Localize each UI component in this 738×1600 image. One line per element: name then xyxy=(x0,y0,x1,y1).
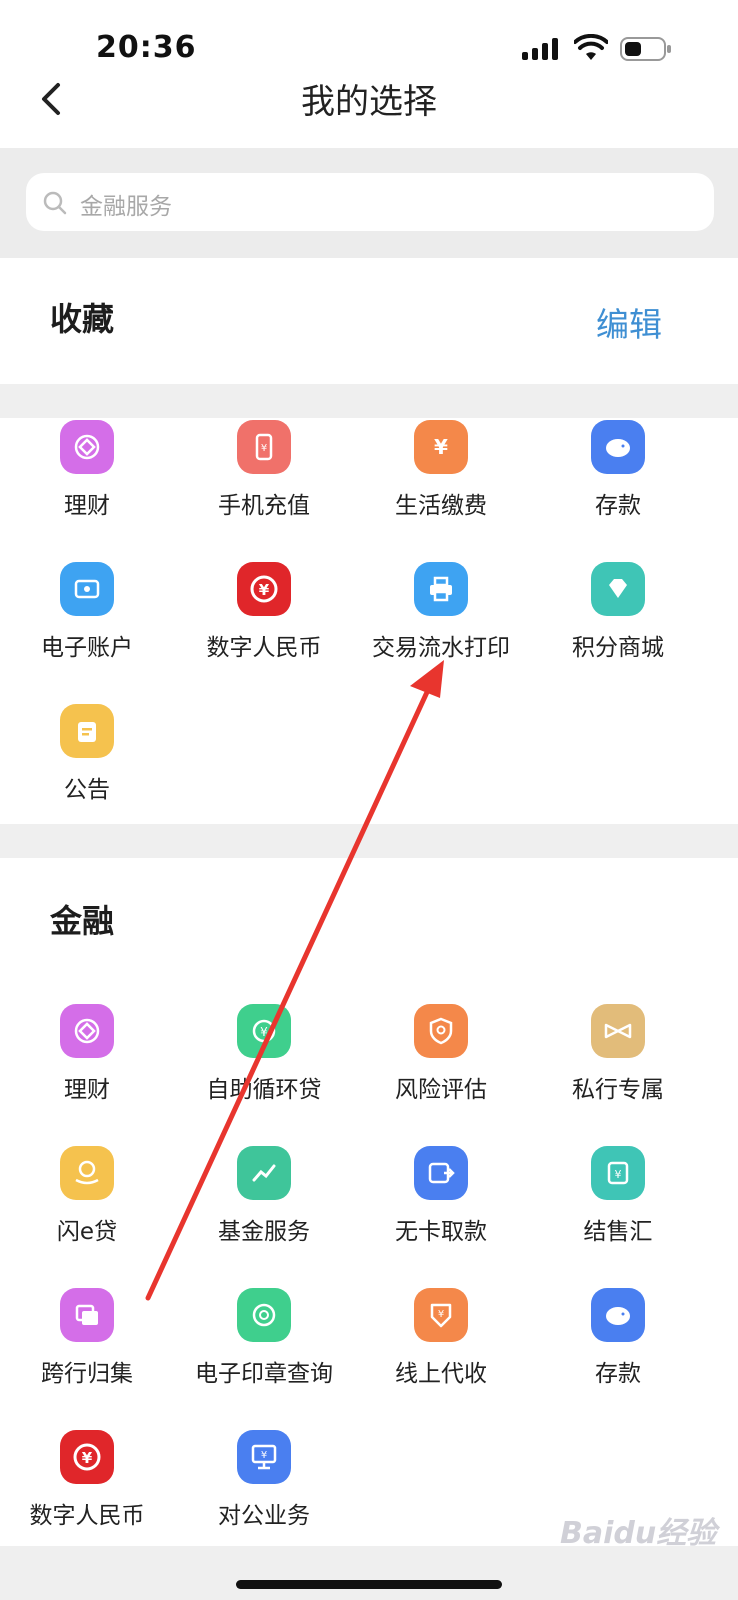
svg-text:¥: ¥ xyxy=(434,435,448,459)
finance-item-label: 基金服务 xyxy=(218,1219,310,1245)
finance-item[interactable]: ¥ 结售汇 xyxy=(528,1146,708,1266)
search-placeholder: 金融服务 xyxy=(80,194,172,220)
favorites-item[interactable]: 电子账户 xyxy=(0,562,177,682)
favorites-item-label: 数字人民币 xyxy=(206,635,322,661)
finance-item-label: 无卡取款 xyxy=(395,1219,487,1245)
favorites-item[interactable]: 公告 xyxy=(0,704,177,824)
finance-item[interactable]: ¥ 对公业务 xyxy=(174,1430,354,1550)
cardless-withdraw-icon xyxy=(414,1146,468,1200)
finance-item-label: 风险评估 xyxy=(395,1077,487,1103)
favorites-title: 收藏 xyxy=(50,300,115,338)
finance-item[interactable]: 私行专属 xyxy=(528,1004,708,1124)
corporate-icon: ¥ xyxy=(237,1430,291,1484)
utility-payment-icon: ¥ xyxy=(414,420,468,474)
finance-item-label: 结售汇 xyxy=(583,1219,653,1245)
search-icon xyxy=(43,191,67,215)
svg-text:¥: ¥ xyxy=(259,581,270,599)
cross-bank-icon xyxy=(60,1288,114,1342)
favorites-item[interactable]: 存款 xyxy=(528,420,708,540)
favorites-item-label: 交易流水打印 xyxy=(372,635,510,661)
favorites-item-label: 公告 xyxy=(64,777,110,803)
finance-item-label: 对公业务 xyxy=(218,1503,310,1529)
piggy-bank-icon xyxy=(591,420,645,474)
finance-item-label: 电子印章查询 xyxy=(195,1361,333,1387)
svg-text:¥: ¥ xyxy=(615,1168,622,1181)
finance-item-label: 闪e贷 xyxy=(56,1219,118,1245)
finance-item[interactable]: ¥ 线上代收 xyxy=(351,1288,531,1408)
wifi-icon xyxy=(574,34,608,60)
favorites-item-label: 生活缴费 xyxy=(395,493,487,519)
svg-text:¥: ¥ xyxy=(261,443,267,454)
finance-item-label: 私行专属 xyxy=(572,1077,664,1103)
svg-text:¥: ¥ xyxy=(438,1309,444,1320)
finance-item[interactable]: ¥ 数字人民币 xyxy=(0,1430,177,1550)
e-loan-icon xyxy=(60,1146,114,1200)
wealth-icon xyxy=(60,420,114,474)
e-seal-icon xyxy=(237,1288,291,1342)
page-title: 我的选择 xyxy=(301,82,437,122)
favorites-item-label: 存款 xyxy=(595,493,641,519)
home-indicator[interactable] xyxy=(236,1580,502,1589)
watermark: Baidu经验 xyxy=(560,1516,717,1551)
finance-item[interactable]: 理财 xyxy=(0,1004,177,1124)
exchange-icon: ¥ xyxy=(591,1146,645,1200)
finance-item-label: 自助循环贷 xyxy=(206,1077,322,1103)
finance-item[interactable]: 跨行归集 xyxy=(0,1288,177,1408)
favorites-item-label: 理财 xyxy=(64,493,110,519)
digital-rmb-icon: ¥ xyxy=(60,1430,114,1484)
finance-item[interactable]: ¥ 自助循环贷 xyxy=(174,1004,354,1124)
favorites-item[interactable]: ¥ 手机充值 xyxy=(174,420,354,540)
phone-recharge-icon: ¥ xyxy=(237,420,291,474)
wealth-icon xyxy=(60,1004,114,1058)
private-bank-icon xyxy=(591,1004,645,1058)
favorites-item[interactable]: ¥ 数字人民币 xyxy=(174,562,354,682)
digital-rmb-icon: ¥ xyxy=(237,562,291,616)
edit-button[interactable]: 编辑 xyxy=(596,298,662,346)
finance-item-label: 线上代收 xyxy=(395,1361,487,1387)
favorites-item-label: 电子账户 xyxy=(41,635,133,661)
finance-item[interactable]: 存款 xyxy=(528,1288,708,1408)
svg-text:¥: ¥ xyxy=(260,1025,268,1039)
finance-item-label: 跨行归集 xyxy=(41,1361,133,1387)
notice-icon xyxy=(60,704,114,758)
favorites-item[interactable]: 理财 xyxy=(0,420,177,540)
favorites-item-label: 积分商城 xyxy=(572,635,664,661)
finance-item-label: 存款 xyxy=(595,1361,641,1387)
revolving-loan-icon: ¥ xyxy=(237,1004,291,1058)
fund-chart-icon xyxy=(237,1146,291,1200)
status-time: 20:36 xyxy=(96,30,197,65)
finance-item[interactable]: 基金服务 xyxy=(174,1146,354,1266)
battery-icon xyxy=(620,37,671,61)
finance-item[interactable]: 电子印章查询 xyxy=(174,1288,354,1408)
risk-shield-icon xyxy=(414,1004,468,1058)
cellular-signal-icon xyxy=(522,38,558,60)
online-collect-icon: ¥ xyxy=(414,1288,468,1342)
diamond-icon xyxy=(591,562,645,616)
svg-text:¥: ¥ xyxy=(82,1449,93,1467)
finance-title: 金融 xyxy=(50,902,115,940)
e-account-icon xyxy=(60,562,114,616)
favorites-item-label: 手机充值 xyxy=(218,493,310,519)
finance-item-label: 数字人民币 xyxy=(29,1503,145,1529)
favorites-item[interactable]: ¥ 生活缴费 xyxy=(351,420,531,540)
finance-item[interactable]: 风险评估 xyxy=(351,1004,531,1124)
favorites-item[interactable]: 交易流水打印 xyxy=(351,562,531,682)
favorites-item[interactable]: 积分商城 xyxy=(528,562,708,682)
svg-text:¥: ¥ xyxy=(261,1450,267,1461)
finance-item-label: 理财 xyxy=(64,1077,110,1103)
finance-item[interactable]: 闪e贷 xyxy=(0,1146,177,1266)
finance-item[interactable]: 无卡取款 xyxy=(351,1146,531,1266)
piggy-bank-icon xyxy=(591,1288,645,1342)
printer-icon xyxy=(414,562,468,616)
